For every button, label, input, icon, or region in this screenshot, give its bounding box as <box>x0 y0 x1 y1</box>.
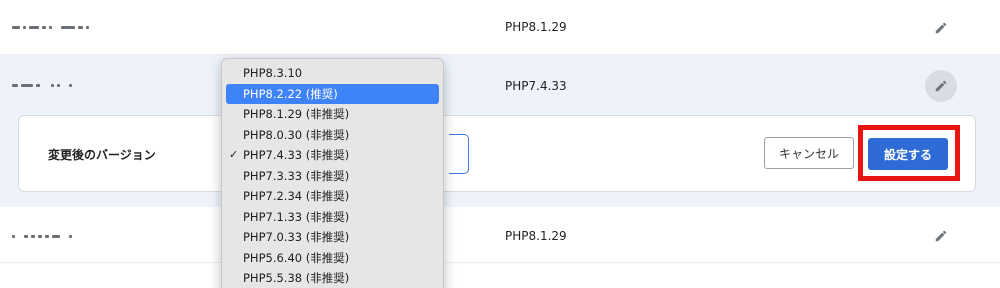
pencil-icon <box>935 22 947 34</box>
masked-server-name <box>12 22 89 32</box>
version-select[interactable] <box>449 134 469 174</box>
dropdown-option[interactable]: PHP7.2.34 (非推奨) <box>226 186 439 207</box>
dropdown-option[interactable]: ✓ PHP7.4.33 (非推奨) <box>226 145 439 166</box>
masked-server-name <box>12 80 72 90</box>
current-php-version: PHP7.4.33 <box>505 79 567 93</box>
masked-server-name <box>12 231 72 241</box>
checkmark-icon: ✓ <box>229 148 239 161</box>
version-change-panel: 変更後のバージョン キャンセル 設定する <box>18 115 976 192</box>
edit-button[interactable] <box>925 12 957 44</box>
dropdown-option[interactable]: PHP5.6.40 (非推奨) <box>226 248 439 269</box>
dropdown-option[interactable]: PHP8.0.30 (非推奨) <box>226 125 439 146</box>
cancel-button[interactable]: キャンセル <box>764 137 854 169</box>
dropdown-option[interactable]: PHP8.2.22 (推奨) <box>226 83 439 104</box>
dropdown-option[interactable]: PHP7.1.33 (非推奨) <box>226 207 439 228</box>
dropdown-option[interactable]: PHP7.0.33 (非推奨) <box>226 227 439 248</box>
set-button[interactable]: 設定する <box>868 138 948 170</box>
server-row: PHP8.1.29 <box>0 0 1000 55</box>
option-label: PHP7.4.33 (非推奨) <box>243 148 350 162</box>
pencil-icon <box>935 230 947 242</box>
current-php-version: PHP8.1.29 <box>505 229 567 243</box>
server-row: PHP8.1.29 <box>0 207 1000 263</box>
php-version-dropdown[interactable]: PHP8.3.10 PHP8.2.22 (推奨) PHP8.1.29 (非推奨) PH… <box>221 58 444 288</box>
new-version-label: 変更後のバージョン <box>48 148 156 162</box>
edit-button[interactable] <box>925 70 957 102</box>
pencil-icon <box>935 80 947 92</box>
dropdown-option[interactable]: PHP8.3.10 <box>226 63 439 84</box>
edit-button[interactable] <box>925 220 957 252</box>
dropdown-option[interactable]: PHP5.5.38 (非推奨) <box>226 268 439 288</box>
dropdown-option[interactable]: PHP7.3.33 (非推奨) <box>226 166 439 187</box>
current-php-version: PHP8.1.29 <box>505 20 567 34</box>
dropdown-option[interactable]: PHP8.1.29 (非推奨) <box>226 104 439 125</box>
